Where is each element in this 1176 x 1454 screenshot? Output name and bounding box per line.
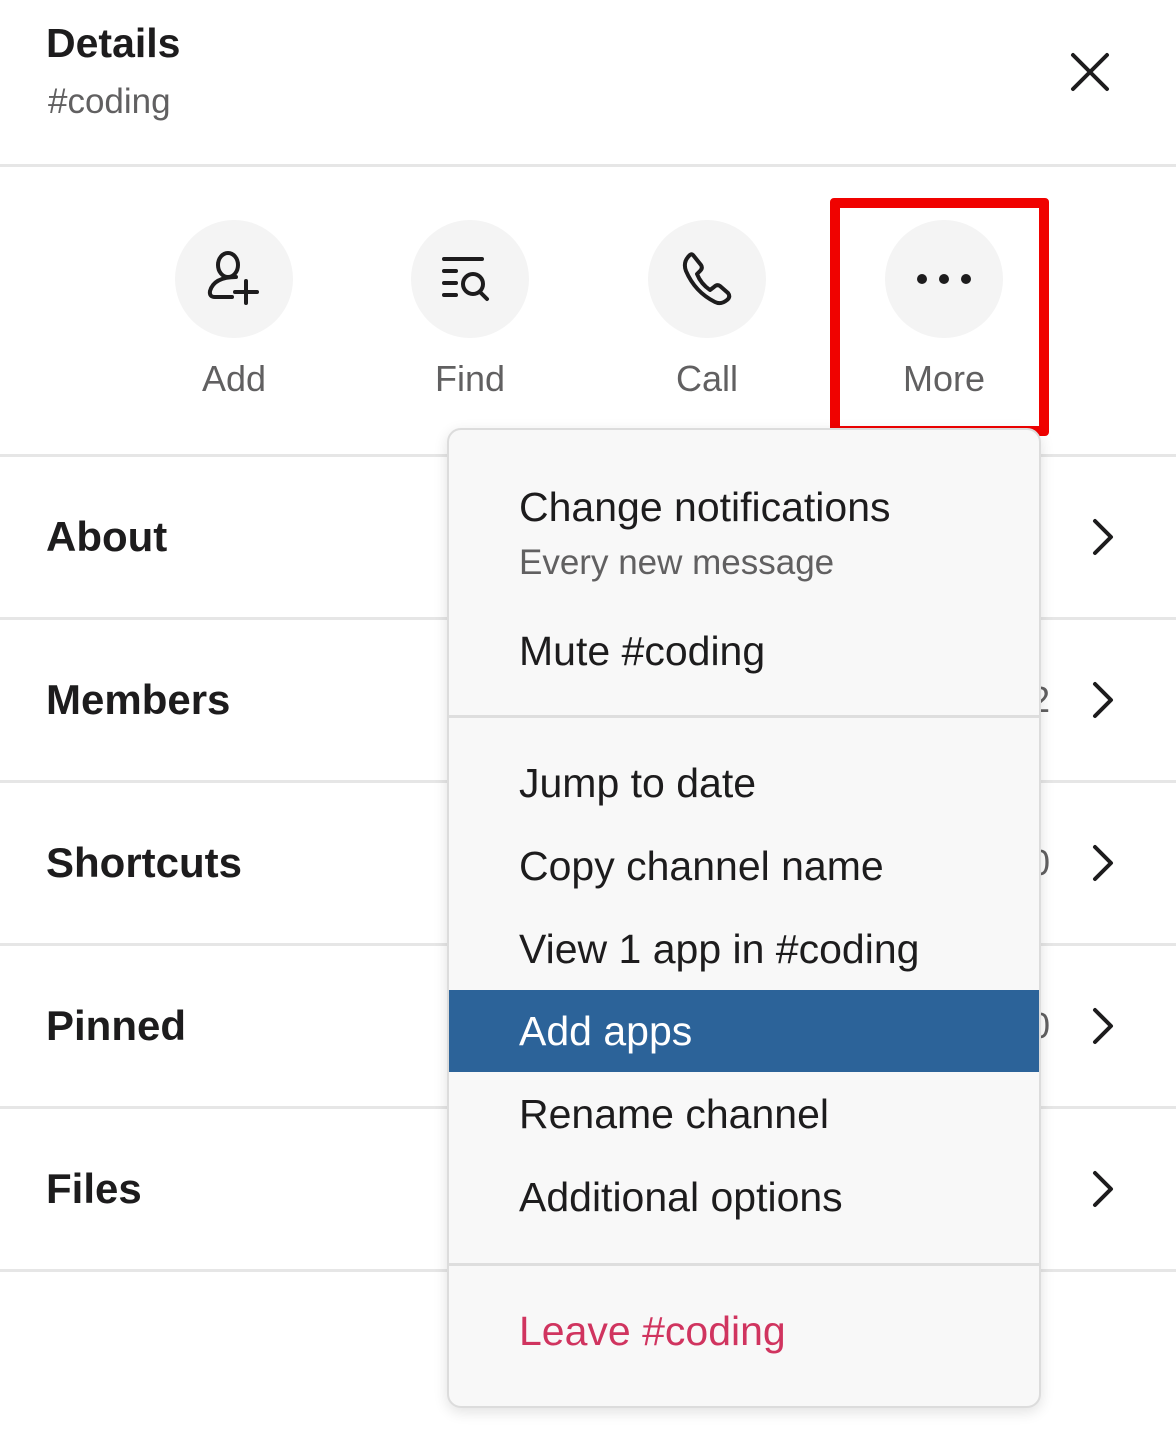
annotation-highlight-box — [830, 198, 1049, 436]
close-icon — [1071, 53, 1109, 91]
menu-divider — [449, 1263, 1039, 1266]
menu-item-view-apps[interactable]: View 1 app in #coding — [449, 908, 1039, 990]
chevron-right-icon — [1093, 519, 1113, 555]
menu-item-copy-channel-name[interactable]: Copy channel name — [449, 825, 1039, 907]
chevron-right-icon — [1093, 845, 1113, 881]
chevron-right-icon — [1093, 682, 1113, 718]
menu-item-add-apps[interactable]: Add apps — [449, 990, 1039, 1072]
add-button[interactable]: Add — [134, 220, 334, 400]
panel-title: Details — [46, 20, 181, 66]
call-label: Call — [675, 358, 738, 399]
menu-item-leave-channel[interactable]: Leave #coding — [449, 1290, 1039, 1372]
divider — [0, 164, 1176, 167]
menu-item-additional-options[interactable]: Additional options — [449, 1156, 1039, 1238]
row-label: About — [46, 513, 168, 560]
more-menu: Change notifications Every new message M… — [447, 428, 1041, 1408]
close-button[interactable] — [1066, 48, 1114, 96]
row-label: Pinned — [46, 1002, 187, 1049]
menu-item-mute[interactable]: Mute #coding — [449, 610, 1039, 692]
menu-item-change-notifications[interactable]: Change notifications Every new message — [449, 470, 1039, 590]
phone-icon — [682, 252, 732, 306]
notification-setting-value: Every new message — [519, 543, 835, 582]
row-label: Members — [46, 676, 231, 723]
add-label: Add — [201, 358, 267, 399]
row-label: Files — [46, 1165, 142, 1212]
menu-item-rename-channel[interactable]: Rename channel — [449, 1073, 1039, 1155]
call-button[interactable]: Call — [607, 220, 807, 400]
menu-divider — [449, 715, 1039, 718]
chevron-right-icon — [1093, 1171, 1113, 1207]
find-icon — [442, 257, 489, 301]
find-button[interactable]: Find — [370, 220, 570, 400]
menu-item-label: Change notifications — [519, 484, 891, 530]
menu-item-jump-to-date[interactable]: Jump to date — [449, 742, 1039, 824]
channel-name: #coding — [48, 82, 171, 121]
find-label: Find — [434, 358, 506, 399]
add-person-icon — [207, 251, 259, 305]
row-label: Shortcuts — [46, 839, 243, 886]
chevron-right-icon — [1093, 1008, 1113, 1044]
